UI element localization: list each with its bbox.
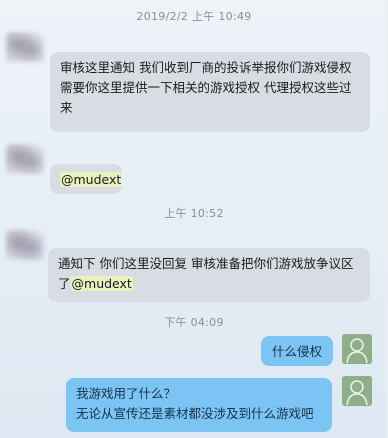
contact-avatar[interactable] [6,144,44,174]
message-bubble[interactable]: @mudext [50,164,123,194]
message-bubble-outgoing[interactable]: 我游戏用了什么？ 无论从宣传还是素材都没涉及到什么游戏吧 [66,378,332,432]
message-text: 通知下 你们这里没回复 审核准备把你们游戏放争议区 [58,256,354,271]
timestamp: 2019/2/2 上午 10:49 [136,10,252,23]
message-bubble-outgoing[interactable]: 什么侵权 [261,336,333,366]
message-text: 无论从宣传还是素材都没涉及到什么游戏吧 [76,406,314,421]
chat-window: 2019/2/2 上午 10:49 审核这里通知 我们收到厂商的投诉举报你们游戏… [0,0,388,438]
message-text: 来 [60,100,73,115]
person-silhouette-icon [342,334,372,364]
message-text: 我游戏用了什么？ [76,386,177,401]
message-text: 审核这里通知 我们收到厂商的投诉举报你们游戏侵权 [60,60,352,75]
mention-tag[interactable]: @mudext [60,172,123,187]
message-text: 什么侵权 [271,344,322,359]
timestamp: 下午 04:09 [164,316,224,329]
mention-tag[interactable]: @mudext [70,276,133,291]
my-avatar[interactable] [342,334,372,364]
my-avatar[interactable] [342,376,372,406]
message-text: 需要你这里提供一下相关的游戏授权 代理授权这些过 [60,80,352,95]
contact-avatar[interactable] [6,230,44,260]
contact-avatar[interactable] [6,32,44,62]
timestamp: 上午 10:52 [164,207,224,220]
person-silhouette-icon [342,376,372,406]
message-bubble[interactable]: 审核这里通知 我们收到厂商的投诉举报你们游戏侵权 需要你这里提供一下相关的游戏授… [50,52,370,132]
message-bubble[interactable]: 通知下 你们这里没回复 审核准备把你们游戏放争议区 了@mudext [48,248,370,302]
message-text: 了 [58,276,71,291]
